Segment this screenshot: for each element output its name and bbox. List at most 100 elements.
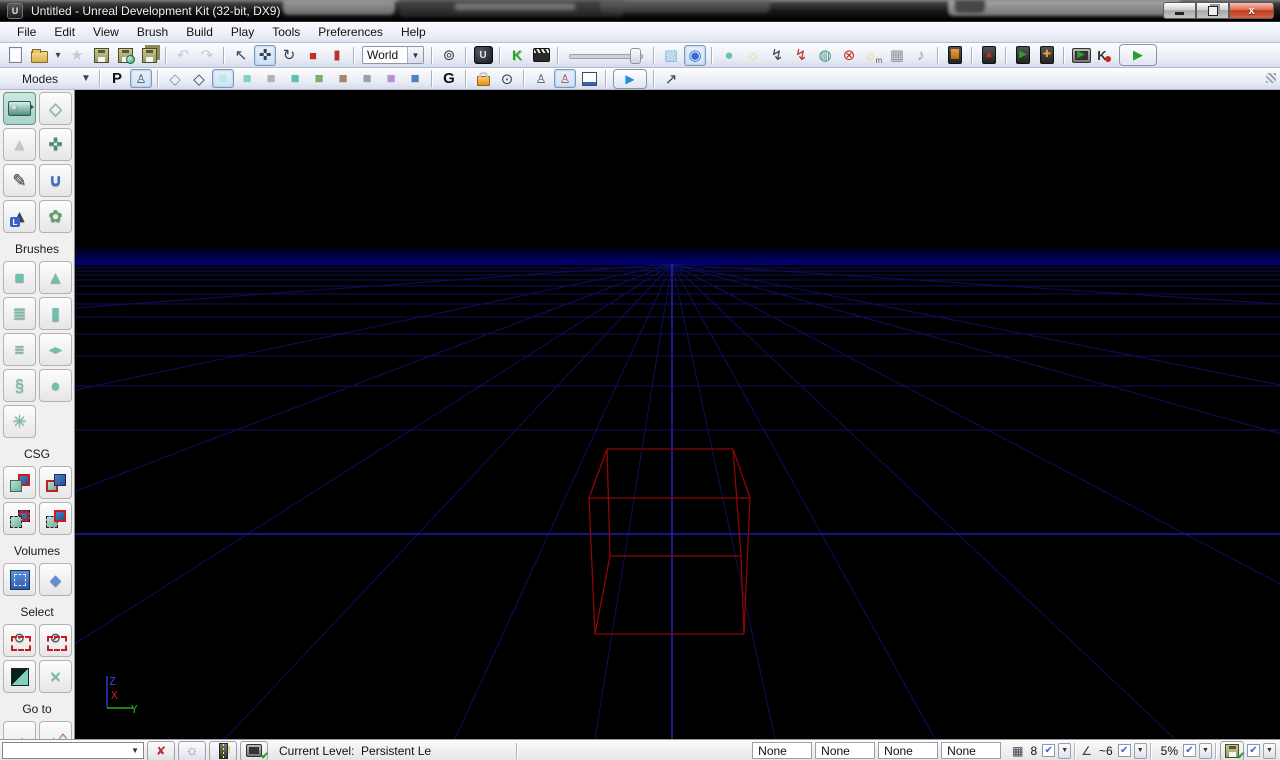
invert-selection-button[interactable] [3, 660, 36, 693]
rotate-tool-button[interactable]: ↻ [278, 45, 300, 66]
build-paths-button[interactable]: ↯ [766, 45, 788, 66]
map-check-button[interactable]: ✔ [240, 741, 268, 760]
save-button[interactable] [90, 45, 112, 66]
csg-subtract-button[interactable] [39, 466, 72, 499]
select-tool-button[interactable]: ↖ [230, 45, 252, 66]
viewmode-lit-button[interactable]: ■ [236, 69, 258, 88]
viewmode-wireframe-button[interactable]: ◇ [188, 69, 210, 88]
coord-system-select[interactable]: World ▼ [362, 46, 424, 64]
landscape-mode-button[interactable]: ▲L [3, 200, 36, 233]
csg-add-button[interactable] [3, 466, 36, 499]
cube-brush-button[interactable]: ■ [3, 261, 36, 294]
redo-button[interactable]: ↷ [196, 45, 218, 66]
menu-build[interactable]: Build [177, 23, 222, 41]
open-recent-dropdown[interactable]: ▾ [52, 45, 64, 66]
undo-button[interactable]: ↶ [172, 45, 194, 66]
play-in-viewport-button[interactable]: ▶ [613, 69, 647, 89]
csg-deintersect-button[interactable] [39, 502, 72, 535]
socket-snapping-toggle[interactable]: ◉ [684, 45, 706, 66]
drag-grid-checkbox[interactable]: ✔ [1042, 744, 1055, 757]
scale-snap-dropdown[interactable]: ▼ [1199, 743, 1212, 759]
sheet-brush-button[interactable]: ◆ [39, 333, 72, 366]
menu-edit[interactable]: Edit [45, 23, 84, 41]
actor-search-combobox[interactable]: ▼ [2, 742, 144, 759]
brush-polys-toggle[interactable]: ▧ [660, 45, 682, 66]
autosave-button[interactable]: ✔ [1220, 741, 1244, 760]
matinee-button[interactable] [530, 45, 552, 66]
kismet-button[interactable]: K [506, 45, 528, 66]
restore-button[interactable] [1196, 2, 1229, 19]
viewmode-reflections-button[interactable]: ■ [404, 69, 426, 88]
lighting-status-button[interactable]: ☼ [178, 741, 206, 760]
favorites-button[interactable]: ★ [66, 45, 88, 66]
new-level-button[interactable] [4, 45, 26, 66]
show-all-button[interactable]: ✕ [39, 660, 72, 693]
game-view-button[interactable]: G [438, 69, 460, 88]
viewmode-texture-density-button[interactable]: ■ [308, 69, 330, 88]
menu-view[interactable]: View [84, 23, 128, 41]
sphere-brush-button[interactable]: ● [39, 369, 72, 402]
paths-status-button[interactable]: ! [209, 741, 237, 760]
float-viewport-button[interactable]: ↗ [660, 69, 682, 88]
package-game-button[interactable]: ▲ [978, 45, 1000, 66]
device-settings-button[interactable]: ✚ [1036, 45, 1058, 66]
hide-selected-button[interactable]: ⊘ [39, 624, 72, 657]
search-button[interactable]: ⊚ [438, 45, 460, 66]
drag-grid-dropdown[interactable]: ▼ [1058, 743, 1071, 759]
texture-align-mode-button[interactable]: ✜ [39, 128, 72, 161]
autosave-checkbox[interactable]: ✔ [1247, 744, 1260, 757]
build-geometry-button[interactable]: ● [718, 45, 740, 66]
goto-builder-brush-button[interactable]: →⌂ [39, 721, 72, 739]
goto-actor-button[interactable]: →A [3, 721, 36, 739]
realtime-audio-toggle[interactable]: ♪ [910, 45, 932, 66]
rotation-grid-checkbox[interactable]: ✔ [1118, 744, 1131, 757]
volumetric-brush-button[interactable]: ✳ [3, 405, 36, 438]
static-mesh-mode-button[interactable]: ∪ [39, 164, 72, 197]
open-level-button[interactable] [28, 45, 50, 66]
viewmode-lighting-only-button[interactable]: ■ [284, 69, 306, 88]
menu-play[interactable]: Play [222, 23, 263, 41]
curved-staircase-brush-button[interactable]: ≣ [3, 297, 36, 330]
slider-thumb[interactable] [630, 48, 641, 64]
translate-tool-button[interactable]: ✜ [254, 45, 276, 66]
show-flags-button[interactable]: ⊙ [496, 69, 518, 88]
modes-dropdown[interactable]: ▼ [78, 69, 94, 88]
add-volume-cube-button[interactable]: ◆ [39, 563, 72, 596]
build-cover-nodes-button[interactable]: ↯ [790, 45, 812, 66]
csg-intersect-button[interactable] [3, 502, 36, 535]
minimize-button[interactable] [1163, 2, 1196, 19]
rotation-grid-dropdown[interactable]: ▼ [1134, 743, 1147, 759]
build-all-button[interactable]: ◍ [814, 45, 836, 66]
lock-viewport-button[interactable] [472, 69, 494, 88]
toolbar-grip[interactable] [1266, 73, 1276, 83]
menu-brush[interactable]: Brush [128, 23, 177, 41]
build-all-submit-button[interactable]: ⊗ [838, 45, 860, 66]
menu-help[interactable]: Help [392, 23, 435, 41]
viewmode-light-complexity-button[interactable]: ■ [332, 69, 354, 88]
menu-tools[interactable]: Tools [263, 23, 309, 41]
close-button[interactable]: x [1229, 2, 1274, 19]
add-volume-button[interactable] [3, 563, 36, 596]
scale-tool-button[interactable]: ■ [302, 45, 324, 66]
camera-mode-button[interactable] [3, 92, 36, 125]
viewmode-detail-lighting-button[interactable]: ■ [260, 69, 282, 88]
menu-preferences[interactable]: Preferences [309, 23, 392, 41]
mobile-previewer-button[interactable] [944, 45, 966, 66]
maximize-viewport-button[interactable] [578, 69, 600, 88]
viewmode-lightmap-density-button[interactable]: ■ [380, 69, 402, 88]
save-all-levels-button[interactable] [138, 45, 160, 66]
spiral-staircase-brush-button[interactable]: § [3, 369, 36, 402]
play-in-editor-button[interactable]: ▶ [1070, 45, 1092, 66]
show-selected-button[interactable]: ⊙ [3, 624, 36, 657]
viewport-type-button[interactable]: P [106, 69, 128, 88]
cone-brush-button[interactable]: ▲ [39, 261, 72, 294]
play-on-device-button[interactable]: ▶ [1012, 45, 1034, 66]
realtime-toggle[interactable]: ♙ [130, 69, 152, 88]
play-button[interactable]: ▶ [1119, 44, 1157, 66]
scale-nonuniform-tool-button[interactable]: ▮ [326, 45, 348, 66]
realtime-audio-viewport-toggle[interactable]: ♙ [554, 69, 576, 88]
unreal-frontend-button[interactable]: U [472, 45, 494, 66]
cylinder-brush-button[interactable]: ▮ [39, 297, 72, 330]
menu-file[interactable]: File [8, 23, 45, 41]
lighting-quality-button[interactable]: ☼m [862, 45, 884, 66]
